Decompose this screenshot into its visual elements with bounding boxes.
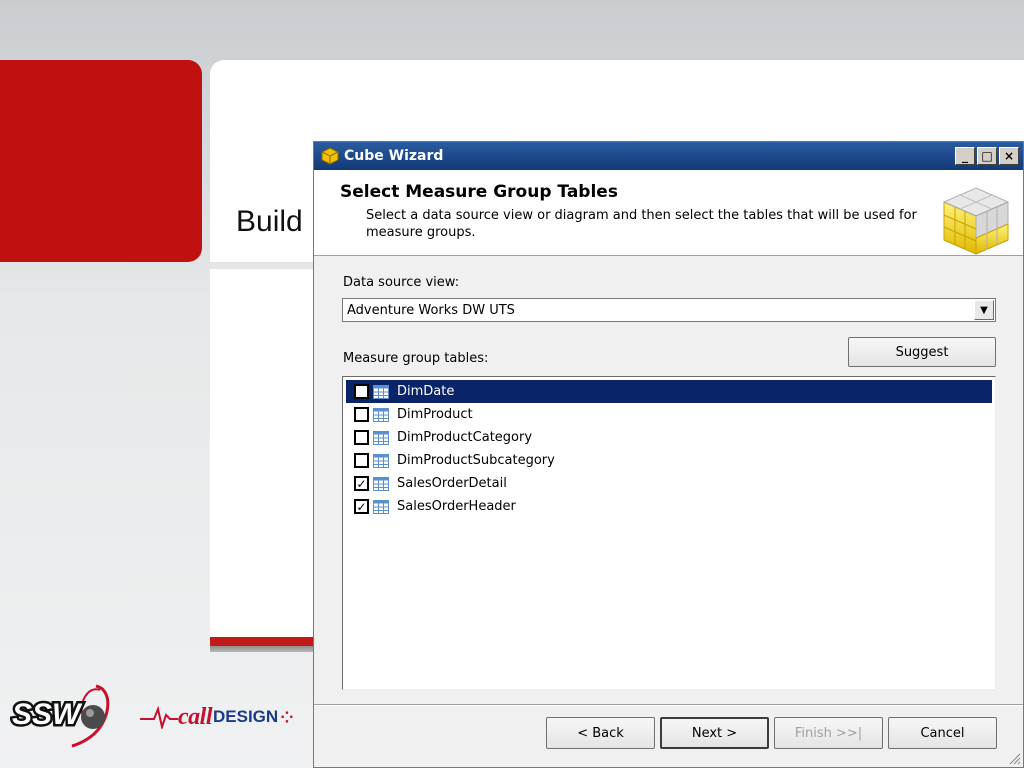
cancel-button[interactable]: Cancel <box>888 717 997 749</box>
measure-group-tables-label: Measure group tables: <box>343 351 489 366</box>
page-title: Select Measure Group Tables <box>340 182 618 202</box>
table-row[interactable]: ✓ SalesOrderDetail <box>346 472 992 495</box>
footer-divider <box>314 704 1023 706</box>
window-titlebar[interactable]: Cube Wizard _ □ × <box>314 142 1023 170</box>
data-source-view-select[interactable]: Adventure Works DW UTS ▼ <box>342 298 996 322</box>
dropdown-arrow-icon[interactable]: ▼ <box>974 300 994 320</box>
table-icon <box>373 476 389 491</box>
calldesign-logo-design: DESIGN <box>213 707 279 726</box>
table-checkbox[interactable]: ✓ <box>354 476 369 491</box>
finish-button: Finish >>| <box>774 717 883 749</box>
window-title: Cube Wizard <box>344 148 444 164</box>
cube-icon <box>943 187 1009 255</box>
table-row[interactable]: ✓ SalesOrderHeader <box>346 495 992 518</box>
minimize-button[interactable]: _ <box>955 147 975 165</box>
table-checkbox[interactable] <box>354 453 369 468</box>
table-row[interactable]: DimProductCategory <box>346 426 992 449</box>
slide-footer-bar <box>210 637 320 652</box>
data-source-view-value: Adventure Works DW UTS <box>347 302 515 318</box>
maximize-button[interactable]: □ <box>977 147 997 165</box>
table-name: DimProductSubcategory <box>397 453 555 468</box>
table-name: DimProduct <box>397 407 473 422</box>
table-row[interactable]: DimProduct <box>346 403 992 426</box>
close-button[interactable]: × <box>999 147 1019 165</box>
table-name: DimDate <box>397 384 455 399</box>
pulse-icon <box>140 705 178 729</box>
data-source-view-label: Data source view: <box>343 275 460 290</box>
table-checkbox[interactable] <box>354 407 369 422</box>
table-row[interactable]: DimDate <box>346 380 992 403</box>
table-icon <box>373 499 389 514</box>
resize-grip-icon[interactable] <box>1007 751 1021 765</box>
calldesign-logo: call DESIGN ⁘ <box>140 700 294 734</box>
table-icon <box>373 384 389 399</box>
table-icon <box>373 430 389 445</box>
ssw-logo-text: SSW <box>12 698 83 731</box>
cube-app-icon <box>321 147 339 165</box>
cube-wizard-window: Cube Wizard _ □ × Select Measure Group T… <box>313 141 1024 768</box>
table-icon <box>373 453 389 468</box>
table-name: SalesOrderHeader <box>397 499 516 514</box>
back-button[interactable]: < Back <box>546 717 655 749</box>
wizard-header: Select Measure Group Tables Select a dat… <box>314 170 1023 256</box>
page-description: Select a data source view or diagram and… <box>366 208 917 240</box>
slide-red-block <box>0 60 202 262</box>
window-controls: _ □ × <box>955 147 1019 165</box>
slide-title-text: Build <box>236 205 303 238</box>
table-checkbox[interactable]: ✓ <box>354 499 369 514</box>
table-icon <box>373 407 389 422</box>
next-button[interactable]: Next > <box>660 717 769 749</box>
table-name: DimProductCategory <box>397 430 533 445</box>
measure-group-tables-list[interactable]: DimDate DimProduct DimProductCategory Di… <box>342 376 996 690</box>
ssw-logo: SSW <box>10 680 120 750</box>
dots-icon: ⁘ <box>280 707 294 727</box>
table-name: SalesOrderDetail <box>397 476 507 491</box>
table-checkbox[interactable] <box>354 384 369 399</box>
calldesign-logo-call: call <box>178 703 213 730</box>
table-checkbox[interactable] <box>354 430 369 445</box>
suggest-button[interactable]: Suggest <box>848 337 996 367</box>
table-row[interactable]: DimProductSubcategory <box>346 449 992 472</box>
